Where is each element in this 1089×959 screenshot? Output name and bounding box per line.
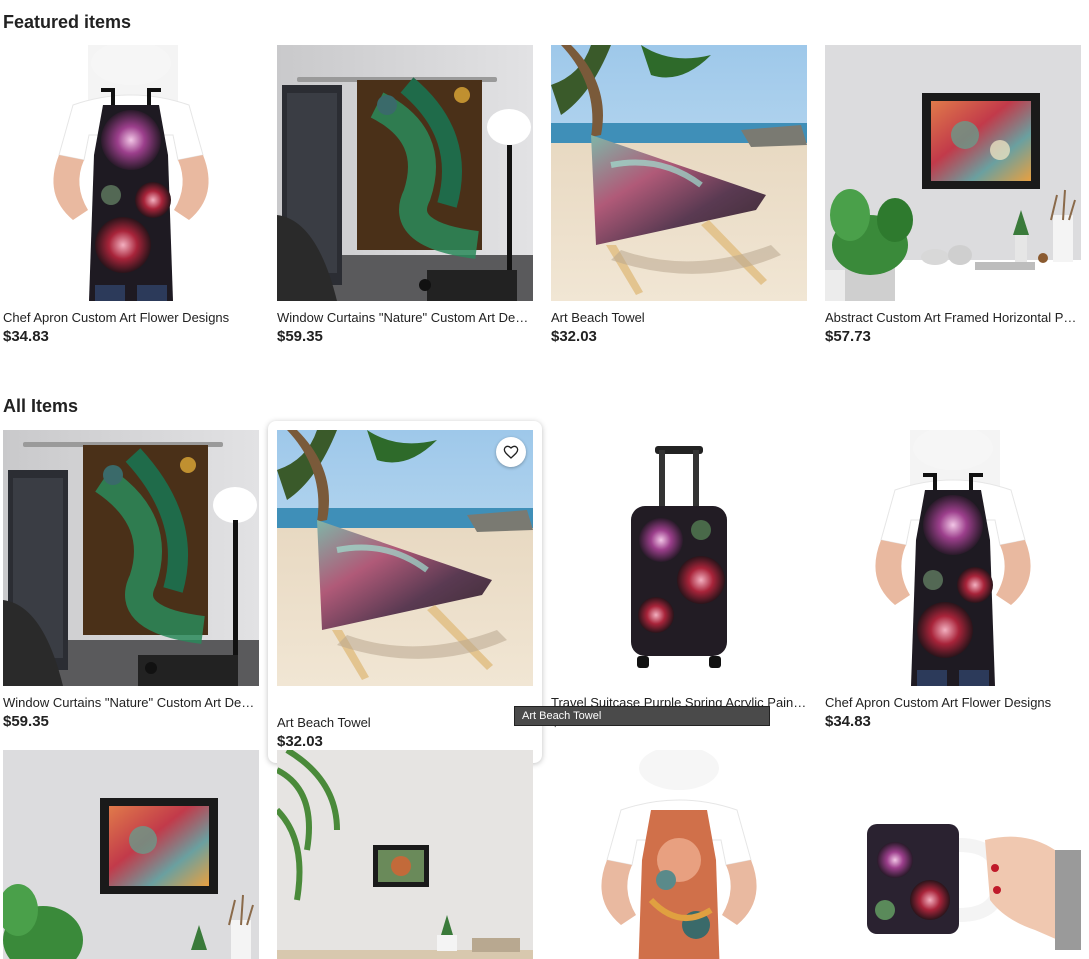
product-image[interactable] [3,45,259,301]
product-title[interactable]: Window Curtains "Nature" Custom Art Desi… [277,310,533,326]
product-title[interactable]: Chef Apron Custom Art Flower Designs [3,310,259,326]
product-image[interactable] [551,45,807,301]
product-price: $32.03 [551,328,597,345]
product-image[interactable] [3,430,259,686]
product-card[interactable]: Window Curtains "Nature" Custom Art Desi… [3,430,259,751]
product-price: $34.83 [825,713,871,730]
all-items-heading: All Items [3,396,79,416]
product-card[interactable]: Chef Apron Custom Art Flower Designs $34… [3,45,259,346]
product-image[interactable] [825,430,1081,686]
product-card[interactable]: Art Beach Towel $32.03 [551,45,807,346]
product-card[interactable]: Travel Suitcase Purple Spring Acrylic Pa… [551,430,807,751]
product-image[interactable] [277,45,533,301]
product-image[interactable] [3,750,259,959]
all-items-grid: Window Curtains "Nature" Custom Art Desi… [3,421,1081,763]
product-title[interactable]: Window Curtains "Nature" Custom Art Desi… [3,695,259,711]
product-title[interactable]: Abstract Custom Art Framed Horizontal Po… [825,310,1081,326]
product-price: $34.83 [3,328,49,345]
product-image[interactable] [277,750,533,959]
all-items-row-2 [3,750,1081,959]
product-price: $59.35 [277,328,323,345]
product-image[interactable] [551,430,807,686]
product-image[interactable] [277,430,533,686]
heart-icon [503,445,519,459]
product-price: $59.35 [3,713,49,730]
product-image[interactable] [551,750,807,959]
favorite-button[interactable] [496,437,526,467]
product-price: $57.73 [825,328,871,345]
product-title[interactable]: Chef Apron Custom Art Flower Designs [825,695,1081,711]
featured-heading: Featured items [3,12,132,32]
product-title[interactable]: Art Beach Towel [551,310,807,326]
tooltip: Art Beach Towel [514,706,770,726]
product-title[interactable]: Art Beach Towel [277,715,533,731]
product-card[interactable]: Window Curtains "Nature" Custom Art Desi… [277,45,533,346]
product-price: $32.03 [277,733,323,750]
product-card[interactable]: Chef Apron Custom Art Flower Designs $34… [825,430,1081,751]
product-image[interactable] [825,45,1081,301]
product-card-hovered[interactable]: Art Beach Towel Art Beach Towel $32.03 [268,421,770,763]
featured-grid: Chef Apron Custom Art Flower Designs $34… [3,45,1081,346]
product-image[interactable] [825,750,1081,959]
product-card[interactable]: Abstract Custom Art Framed Horizontal Po… [825,45,1081,346]
